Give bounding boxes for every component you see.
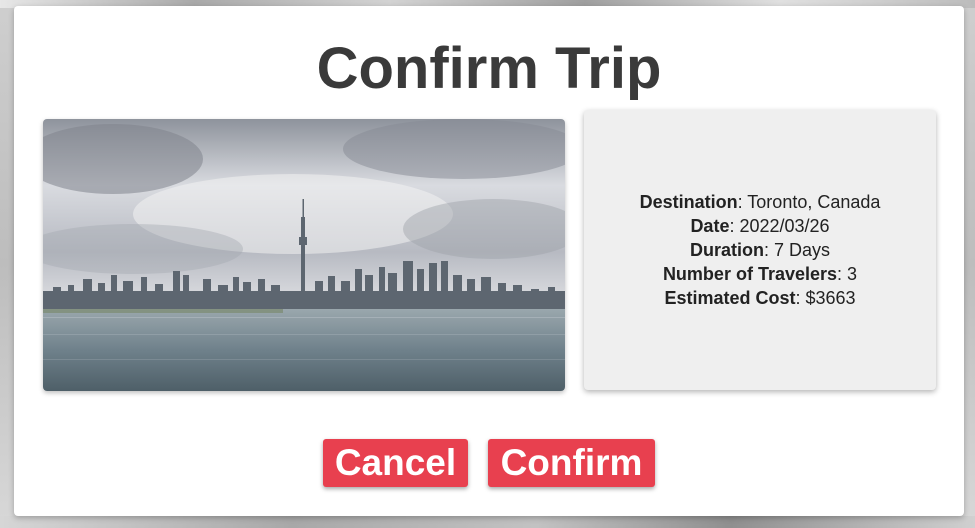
detail-label: Number of Travelers [662, 264, 838, 284]
detail-label: Date [690, 216, 730, 236]
destination-photo [43, 119, 565, 391]
detail-value: $3663 [805, 288, 856, 308]
cancel-button[interactable]: Cancel [323, 439, 468, 487]
detail-destination: Destination: Toronto, Canada [639, 192, 881, 212]
detail-value: 2022/03/26 [739, 216, 830, 236]
trip-details-card: Destination: Toronto, Canada Date: 2022/… [584, 110, 936, 390]
backdrop-bottom [0, 516, 975, 528]
confirm-button[interactable]: Confirm [488, 439, 655, 487]
toronto-skyline-photo-icon [43, 119, 565, 391]
detail-duration: Duration: 7 Days [689, 240, 831, 260]
page-title: Confirm Trip [316, 36, 662, 101]
detail-value: 3 [847, 264, 858, 284]
detail-value: Toronto, Canada [747, 192, 881, 212]
detail-label: Destination [639, 192, 738, 212]
detail-label: Duration [689, 240, 764, 260]
detail-estimated-cost: Estimated Cost: $3663 [664, 288, 856, 308]
detail-travelers: Number of Travelers: 3 [662, 264, 858, 284]
detail-label: Estimated Cost [664, 288, 796, 308]
detail-date: Date: 2022/03/26 [690, 216, 830, 236]
confirm-trip-modal: Confirm Trip Destination: Toronto, Canad… [14, 6, 964, 516]
detail-value: 7 Days [773, 240, 831, 260]
